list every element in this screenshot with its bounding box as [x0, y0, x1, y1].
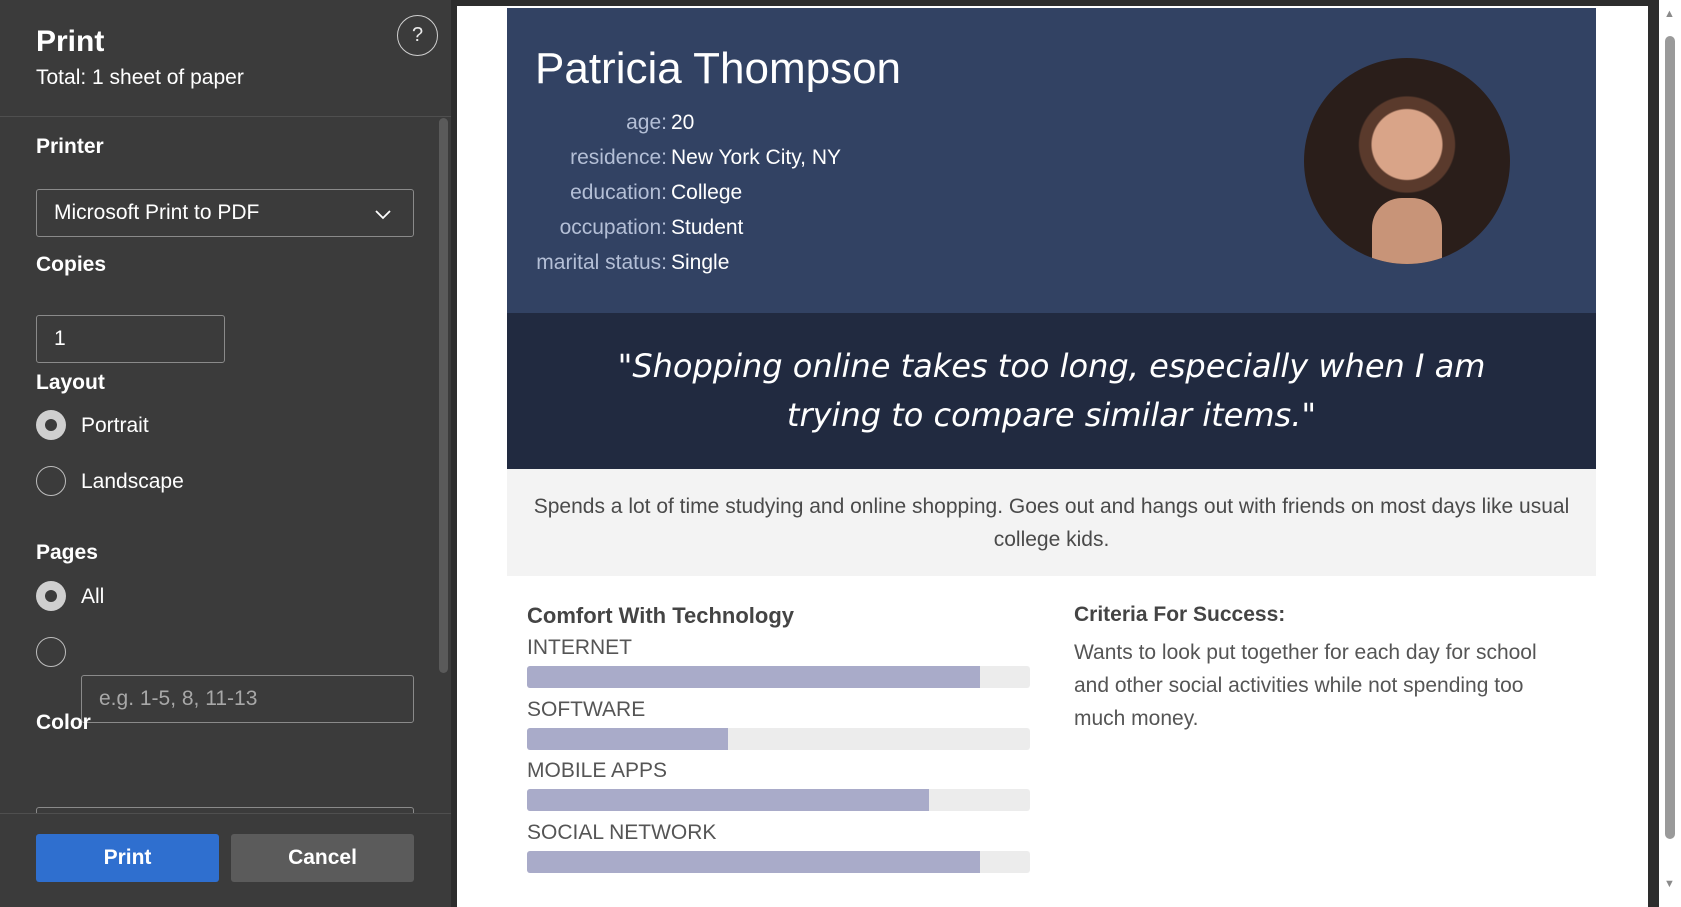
print-button[interactable]: Print	[36, 834, 219, 882]
portrait-label[interactable]: Portrait	[81, 414, 149, 438]
print-dialog: Print Total: 1 sheet of paper ? Printer …	[0, 0, 1681, 907]
tech-bar-internet	[527, 666, 1030, 688]
cancel-button[interactable]: Cancel	[231, 834, 414, 882]
tech-label-internet: INTERNET	[527, 636, 632, 659]
landscape-radio[interactable]	[36, 466, 66, 496]
print-preview: Patricia Thompson age: 20 residence: New…	[451, 0, 1681, 907]
printer-select[interactable]: Microsoft Print to PDF	[36, 189, 414, 237]
settings-scroll-area: Printer Microsoft Print to PDF Copies 1 …	[0, 118, 451, 813]
tech-bar-mobile-apps	[527, 789, 1030, 811]
preview-page: Patricia Thompson age: 20 residence: New…	[457, 6, 1648, 907]
avatar	[1304, 58, 1510, 264]
persona-bio: Spends a lot of time studying and online…	[533, 494, 1570, 551]
avatar-neck	[1372, 198, 1442, 264]
dialog-title: Print	[36, 25, 105, 58]
tech-label-social-network: SOCIAL NETWORK	[527, 821, 717, 844]
copies-label: Copies	[36, 253, 107, 276]
tech-bar-fill-internet	[527, 666, 980, 688]
portrait-radio[interactable]	[36, 410, 66, 440]
preview-scrollbar-thumb[interactable]	[1665, 36, 1675, 839]
tech-bar-social-network	[527, 851, 1030, 873]
color-label: Color	[36, 711, 91, 734]
attr-value-occupation: Student	[671, 216, 744, 239]
pages-custom-radio[interactable]	[36, 637, 66, 667]
tech-bar-fill-social-network	[527, 851, 980, 873]
panel-scrollbar[interactable]	[439, 118, 448, 673]
attr-key-age: age:	[626, 111, 667, 134]
comfort-title: Comfort With Technology	[527, 603, 795, 628]
bio-banner: Spends a lot of time studying and online…	[507, 469, 1596, 576]
persona-header: Patricia Thompson age: 20 residence: New…	[507, 8, 1596, 313]
scroll-down-arrow-icon[interactable]: ▼	[1664, 878, 1675, 890]
attr-key-education: education:	[570, 181, 667, 204]
printer-label: Printer	[36, 135, 104, 158]
tech-bar-software	[527, 728, 1030, 750]
persona-quote: "Shopping online takes too long, especia…	[617, 347, 1486, 434]
criteria-title: Criteria For Success:	[1074, 603, 1286, 626]
copies-value: 1	[54, 327, 66, 350]
help-icon[interactable]: ?	[397, 15, 438, 56]
pages-custom-input[interactable]: e.g. 1-5, 8, 11-13	[81, 675, 414, 723]
landscape-label[interactable]: Landscape	[81, 470, 184, 494]
pages-all-label[interactable]: All	[81, 585, 104, 609]
pages-custom-placeholder: e.g. 1-5, 8, 11-13	[99, 687, 258, 710]
copies-input[interactable]: 1	[36, 315, 225, 363]
tech-label-software: SOFTWARE	[527, 698, 646, 721]
tech-label-mobile-apps: MOBILE APPS	[527, 759, 668, 782]
attr-key-occupation: occupation:	[559, 216, 667, 239]
scroll-up-arrow-icon[interactable]: ▲	[1664, 8, 1675, 20]
preview-scrollbar[interactable]: ▲ ▼	[1659, 0, 1681, 907]
sheet-count: Total: 1 sheet of paper	[36, 66, 244, 89]
print-settings-panel: Print Total: 1 sheet of paper ? Printer …	[0, 0, 451, 907]
tech-bar-fill-software	[527, 728, 729, 750]
panel-footer: Print Cancel	[0, 813, 451, 907]
attr-value-education: College	[671, 181, 743, 204]
pages-all-radio[interactable]	[36, 581, 66, 611]
persona-name: Patricia Thompson	[535, 44, 902, 93]
criteria-text: Wants to look put together for each day …	[1074, 641, 1537, 730]
layout-label: Layout	[36, 371, 105, 394]
attr-value-age: 20	[671, 111, 695, 134]
pages-label: Pages	[36, 541, 98, 564]
attr-key-residence: residence:	[570, 146, 667, 169]
chevron-down-icon	[375, 210, 391, 220]
attr-value-residence: New York City, NY	[671, 146, 841, 169]
quote-banner: "Shopping online takes too long, especia…	[507, 313, 1596, 469]
tech-bar-fill-mobile-apps	[527, 789, 930, 811]
attr-value-marital-status: Single	[671, 251, 730, 274]
attr-key-marital-status: marital status:	[536, 251, 667, 274]
panel-header: Print Total: 1 sheet of paper ?	[0, 0, 451, 117]
printer-value: Microsoft Print to PDF	[54, 201, 260, 224]
